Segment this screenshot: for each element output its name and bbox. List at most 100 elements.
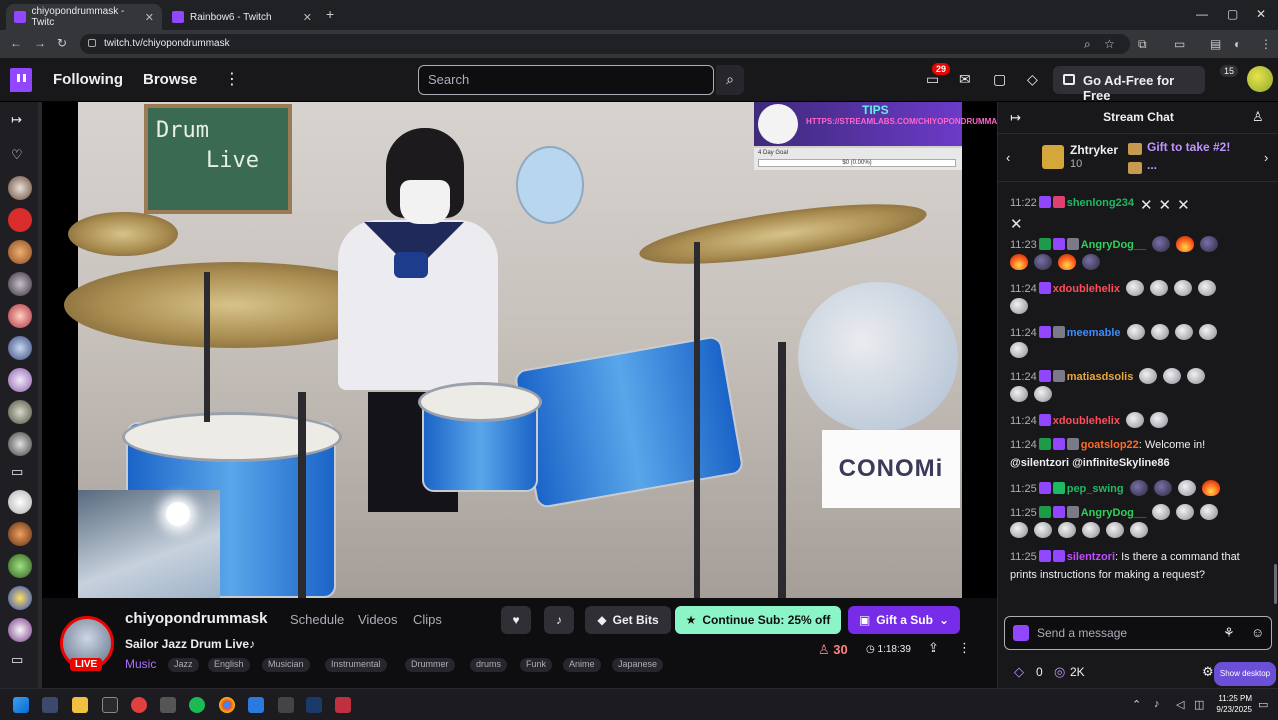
inbox-icon[interactable]: ✉: [959, 71, 971, 88]
chat-badge-icon[interactable]: [1013, 625, 1029, 641]
spotify-icon[interactable]: [189, 697, 205, 713]
site-info-icon[interactable]: [88, 39, 96, 47]
tag[interactable]: Funk: [520, 658, 553, 672]
chat-username[interactable]: matiasdsolis: [1067, 371, 1134, 383]
tag[interactable]: drums: [470, 658, 508, 672]
close-tab-icon[interactable]: ✕: [303, 11, 312, 24]
tag[interactable]: Musician: [262, 658, 310, 672]
chat-username[interactable]: meemable: [1067, 327, 1121, 339]
emote-picker-icon[interactable]: ☺: [1251, 625, 1264, 640]
bookmark-star-icon[interactable]: ☆: [1104, 37, 1115, 51]
app-icon[interactable]: [278, 697, 294, 713]
chat-username[interactable]: shenlong234: [1067, 197, 1134, 209]
app-icon[interactable]: [131, 697, 147, 713]
share-icon[interactable]: ⇪: [928, 640, 939, 656]
close-window-icon[interactable]: ✕: [1256, 7, 1266, 21]
tag[interactable]: Jazz: [168, 658, 199, 672]
channel-avatar[interactable]: [8, 336, 32, 360]
tag[interactable]: Anime: [563, 658, 601, 672]
more-menu-icon[interactable]: ⋮: [224, 69, 240, 89]
app-icon[interactable]: [102, 697, 118, 713]
chat-username[interactable]: AngryDog__: [1081, 507, 1146, 519]
get-bits-button[interactable]: ◆ Get Bits: [585, 606, 671, 634]
channel-avatar[interactable]: [8, 490, 32, 514]
new-tab-icon[interactable]: +: [326, 6, 334, 22]
user-avatar[interactable]: [1247, 66, 1273, 92]
search-input[interactable]: Search: [418, 65, 714, 95]
url-field[interactable]: twitch.tv/chiyopondrummask: [80, 34, 1130, 54]
channel-avatar[interactable]: [8, 208, 32, 232]
follow-heart-button[interactable]: ♥: [501, 606, 531, 634]
expand-rail-icon[interactable]: ↦: [11, 112, 22, 128]
microphone-icon[interactable]: ♪: [1154, 698, 1160, 710]
tag[interactable]: Japanese: [612, 658, 664, 672]
more-options-icon[interactable]: ⋮: [958, 640, 971, 656]
forward-icon[interactable]: →: [34, 36, 46, 50]
reload-icon[interactable]: ↻: [57, 36, 67, 50]
file-explorer-icon[interactable]: [72, 697, 88, 713]
twitch-logo-icon[interactable]: [10, 68, 32, 92]
channel-avatar[interactable]: [8, 272, 32, 296]
ad-free-button[interactable]: Go Ad-Free for Free: [1053, 66, 1205, 103]
chat-scrollbar[interactable]: [1274, 564, 1277, 604]
chat-username[interactable]: xdoublehelix: [1053, 283, 1120, 295]
channel-avatar[interactable]: [8, 176, 32, 200]
chat-username[interactable]: xdoublehelix: [1053, 415, 1120, 427]
gift-user[interactable]: Zhtryker: [1070, 143, 1118, 157]
tag[interactable]: Drummer: [405, 658, 455, 672]
tab-clips[interactable]: Clips: [413, 612, 442, 627]
chat-settings-icon[interactable]: ⚙: [1202, 664, 1214, 680]
maximize-icon[interactable]: ▢: [1227, 7, 1238, 21]
browser-tab-active[interactable]: chiyopondrummask - Twitc ✕: [6, 4, 162, 30]
steam-icon[interactable]: [306, 697, 322, 713]
menu-icon[interactable]: ⋮: [1260, 37, 1272, 51]
nav-browse[interactable]: Browse: [143, 71, 197, 88]
tray-chevron-icon[interactable]: ⌃: [1132, 698, 1141, 711]
channel-avatar[interactable]: [8, 618, 32, 642]
chevron-right-icon[interactable]: ›: [1264, 150, 1268, 165]
windows-start-icon[interactable]: [13, 697, 29, 713]
channel-points-icon[interactable]: ◇: [1014, 664, 1024, 680]
app-icon[interactable]: [248, 697, 264, 713]
channel-avatar[interactable]: [8, 522, 32, 546]
extension-icon[interactable]: ▤: [1210, 37, 1221, 51]
back-icon[interactable]: ←: [10, 36, 22, 50]
notifications-bell-button[interactable]: ♪: [544, 606, 574, 634]
tab-schedule[interactable]: Schedule: [290, 612, 344, 627]
channel-avatar[interactable]: [8, 368, 32, 392]
close-tab-icon[interactable]: ✕: [145, 11, 154, 24]
tag[interactable]: Instrumental: [325, 658, 387, 672]
notification-center-icon[interactable]: ▭: [1258, 698, 1268, 711]
network-icon[interactable]: ◫: [1194, 698, 1204, 711]
gift-message[interactable]: Gift to take #2!: [1147, 140, 1230, 154]
bits-icon[interactable]: ◇: [1027, 71, 1038, 88]
extensions-icon[interactable]: ⧉: [1138, 37, 1147, 52]
chrome-icon[interactable]: [219, 697, 235, 713]
chat-username[interactable]: AngryDog__: [1081, 239, 1146, 251]
video-player[interactable]: Drum Live TIPS HTTPS://STREAMLABS.COM/CH…: [42, 102, 997, 598]
app-icon[interactable]: [335, 697, 351, 713]
gift-sub-button[interactable]: ▣ Gift a Sub ⌄: [848, 606, 960, 634]
category-link[interactable]: Music: [125, 657, 156, 671]
task-view-icon[interactable]: [42, 697, 58, 713]
chat-message-input[interactable]: Send a message ⚘ ☺: [1004, 616, 1272, 650]
volume-icon[interactable]: ◁: [1176, 698, 1184, 711]
split-view-icon[interactable]: ▭: [1174, 37, 1185, 51]
chevron-left-icon[interactable]: ‹: [1006, 150, 1010, 165]
nav-following[interactable]: Following: [53, 71, 123, 88]
minimize-icon[interactable]: —: [1196, 7, 1208, 21]
browser-tab[interactable]: Rainbow6 - Twitch ✕: [164, 4, 320, 30]
chat-users-icon[interactable]: ♙: [1252, 109, 1264, 125]
channel-avatar[interactable]: [8, 586, 32, 610]
taskbar-clock[interactable]: 11:25 PM 9/23/2025: [1208, 693, 1252, 715]
bits-cheer-icon[interactable]: ⚘: [1223, 625, 1235, 641]
chat-username[interactable]: silentzori: [1067, 551, 1115, 563]
app-icon[interactable]: [160, 697, 176, 713]
channel-name[interactable]: chiyopondrummask: [125, 610, 268, 627]
profile-icon[interactable]: ◐: [1234, 37, 1241, 51]
search-icon[interactable]: ⌕: [716, 65, 744, 95]
channel-avatar[interactable]: [8, 554, 32, 578]
channel-avatar[interactable]: [8, 240, 32, 264]
chat-username[interactable]: pep_swing: [1067, 483, 1124, 495]
zoom-icon[interactable]: ⌕: [1084, 37, 1091, 52]
